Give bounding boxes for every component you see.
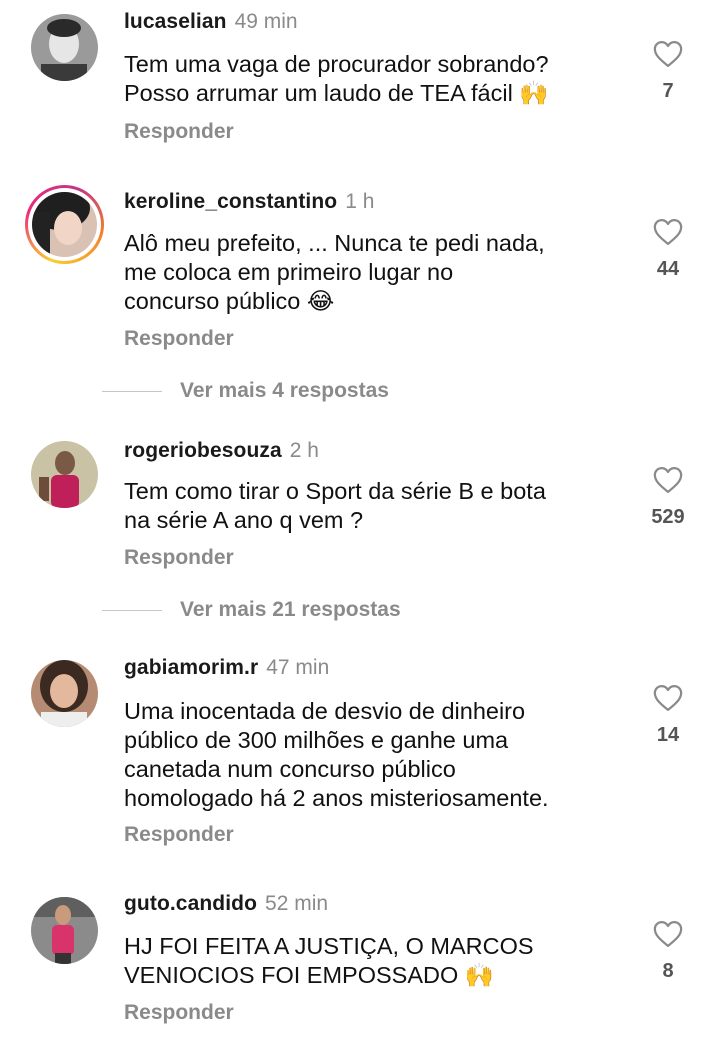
like-count: 44: [656, 258, 680, 280]
username[interactable]: lucaselian: [124, 10, 227, 33]
heart-outline-icon: [653, 921, 683, 947]
comment-text: Uma inocentada de desvio de dinheiro púb…: [124, 698, 549, 811]
comment-meta: guto.candido 52 min: [124, 891, 328, 917]
divider-line: [102, 390, 162, 392]
reply-button[interactable]: Responder: [124, 120, 234, 144]
view-more-replies-button[interactable]: Ver mais 4 respostas: [102, 379, 389, 403]
comment-meta: rogeriobesouza 2 h: [124, 438, 319, 464]
heart-outline-icon: [653, 467, 683, 493]
like-count: 7: [662, 80, 674, 102]
username[interactable]: keroline_constantino: [124, 190, 337, 213]
heart-outline-icon: [653, 41, 683, 67]
avatar[interactable]: [31, 14, 98, 81]
comment-text: Alô meu prefeito, ... Nunca te pedi nada…: [124, 230, 545, 314]
like-count: 529: [651, 506, 685, 528]
comment-meta: gabiamorim.r 47 min: [124, 655, 329, 681]
heart-outline-icon: [653, 219, 683, 245]
username[interactable]: gabiamorim.r: [124, 656, 258, 679]
timestamp: 52 min: [265, 892, 329, 915]
like-count: 8: [662, 960, 674, 982]
like-button[interactable]: 44: [638, 218, 698, 281]
like-button[interactable]: 529: [638, 466, 698, 529]
comment-text: Tem uma vaga de procurador sobrando? Pos…: [124, 51, 549, 106]
view-more-replies-label: Ver mais 21 respostas: [180, 598, 401, 621]
view-more-replies-button[interactable]: Ver mais 21 respostas: [102, 598, 401, 622]
avatar[interactable]: [31, 660, 98, 727]
view-more-replies-label: Ver mais 4 respostas: [180, 379, 389, 402]
avatar[interactable]: [31, 441, 98, 508]
like-count: 14: [656, 724, 680, 746]
avatar[interactable]: [31, 897, 98, 964]
reply-button[interactable]: Responder: [124, 327, 234, 351]
comment-meta: lucaselian 49 min: [124, 9, 298, 35]
timestamp: 2 h: [289, 439, 319, 462]
like-button[interactable]: 14: [638, 684, 698, 747]
comment-text: HJ FOI FEITA A JUSTIÇA, O MARCOS VENIOCI…: [124, 933, 534, 988]
reply-button[interactable]: Responder: [124, 546, 234, 570]
comment-text: Tem como tirar o Sport da série B e bota…: [124, 478, 546, 533]
username[interactable]: rogeriobesouza: [124, 439, 282, 462]
timestamp: 49 min: [234, 10, 298, 33]
reply-button[interactable]: Responder: [124, 823, 234, 847]
username[interactable]: guto.candido: [124, 892, 257, 915]
timestamp: 1 h: [345, 190, 375, 213]
divider-line: [102, 609, 162, 611]
avatar-with-story-ring[interactable]: [25, 185, 104, 264]
timestamp: 47 min: [266, 656, 330, 679]
heart-outline-icon: [653, 685, 683, 711]
reply-button[interactable]: Responder: [124, 1001, 234, 1025]
like-button[interactable]: 8: [638, 920, 698, 983]
like-button[interactable]: 7: [638, 40, 698, 103]
comment-meta: keroline_constantino 1 h: [124, 189, 374, 215]
